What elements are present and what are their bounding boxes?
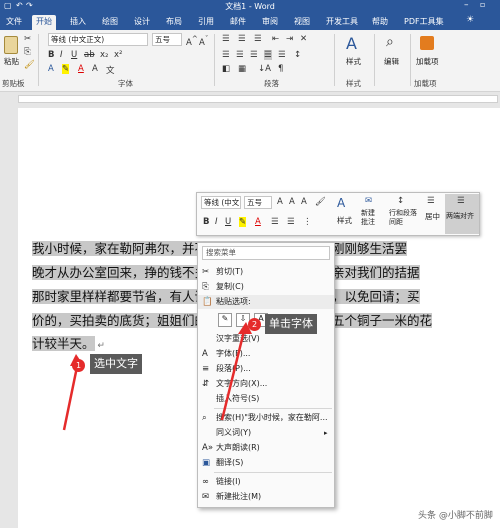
- arrow-1-shaft: [62, 361, 80, 431]
- watermark: 头条 @小脚不前脚: [418, 511, 493, 521]
- step-1-badge: 1: [72, 359, 85, 372]
- arrow-2-shaft: [220, 330, 246, 421]
- annotation-arrows: [62, 322, 252, 431]
- step-2-callout: 单击字体: [265, 314, 317, 334]
- step-2-badge: 2: [248, 318, 261, 331]
- step-1-callout: 选中文字: [90, 354, 142, 374]
